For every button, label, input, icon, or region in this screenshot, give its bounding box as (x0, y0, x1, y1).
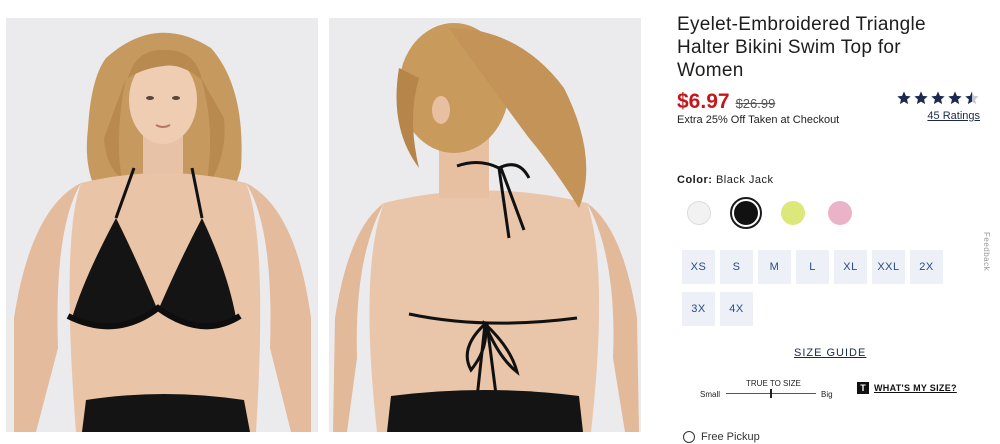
size-guide-link[interactable]: SIZE GUIDE (794, 347, 866, 359)
swatch-white[interactable] (683, 197, 715, 229)
price-row: $6.97 $26.99 (677, 90, 775, 114)
star-full-icon (931, 91, 945, 105)
promo-text: Extra 25% Off Taken at Checkout (677, 114, 840, 126)
size-l[interactable]: L (796, 250, 829, 284)
product-info-panel: Eyelet-Embroidered Triangle Halter Bikin… (677, 0, 987, 444)
true-fit-icon: T (857, 382, 869, 394)
product-image-front[interactable] (6, 18, 318, 432)
fit-scale-low-label: Small (700, 390, 721, 399)
color-label-row: Color: Black Jack (677, 174, 774, 186)
product-title: Eyelet-Embroidered Triangle Halter Bikin… (677, 14, 926, 81)
size-4x[interactable]: 4X (720, 292, 753, 326)
star-full-icon (948, 91, 962, 105)
feedback-tab[interactable]: Feedback (982, 232, 991, 271)
swatch-pink[interactable] (824, 197, 856, 229)
pickup-label: Free Pickup (701, 431, 760, 443)
size-3x[interactable]: 3X (682, 292, 715, 326)
model-back-illustration (329, 18, 641, 432)
size-options: XS S M L XL XXL 2X 3X 4X (682, 250, 952, 326)
product-image-back[interactable] (329, 18, 641, 432)
sale-price: $6.97 (677, 90, 730, 113)
ratings-count-link[interactable]: 45 Ratings (927, 110, 980, 122)
model-front-illustration (6, 18, 318, 432)
color-label: Color: (677, 174, 713, 186)
size-xxl[interactable]: XXL (872, 250, 905, 284)
original-price: $26.99 (735, 96, 776, 111)
star-half-icon (965, 91, 979, 105)
star-rating (896, 90, 980, 106)
star-full-icon (897, 91, 911, 105)
star-full-icon (914, 91, 928, 105)
size-s[interactable]: S (720, 250, 753, 284)
rating-summary[interactable]: 45 Ratings (896, 90, 980, 124)
size-xs[interactable]: XS (682, 250, 715, 284)
swatch-black[interactable] (730, 197, 762, 229)
fit-scale-title: TRUE TO SIZE (746, 379, 801, 388)
fit-scale-marker (770, 389, 772, 398)
size-xl[interactable]: XL (834, 250, 867, 284)
fit-scale: TRUE TO SIZE Small Big (700, 378, 840, 404)
fit-scale-high-label: Big (821, 390, 833, 399)
size-m[interactable]: M (758, 250, 791, 284)
whats-my-size-link[interactable]: T WHAT'S MY SIZE? (857, 382, 957, 394)
pickup-radio[interactable] (683, 431, 695, 443)
selected-color-name: Black Jack (715, 174, 774, 186)
whats-my-size-label: WHAT'S MY SIZE? (874, 383, 957, 393)
swatch-lime[interactable] (777, 197, 809, 229)
free-pickup-option[interactable]: Free Pickup (683, 431, 760, 443)
size-2x[interactable]: 2X (910, 250, 943, 284)
color-swatches (683, 197, 856, 229)
